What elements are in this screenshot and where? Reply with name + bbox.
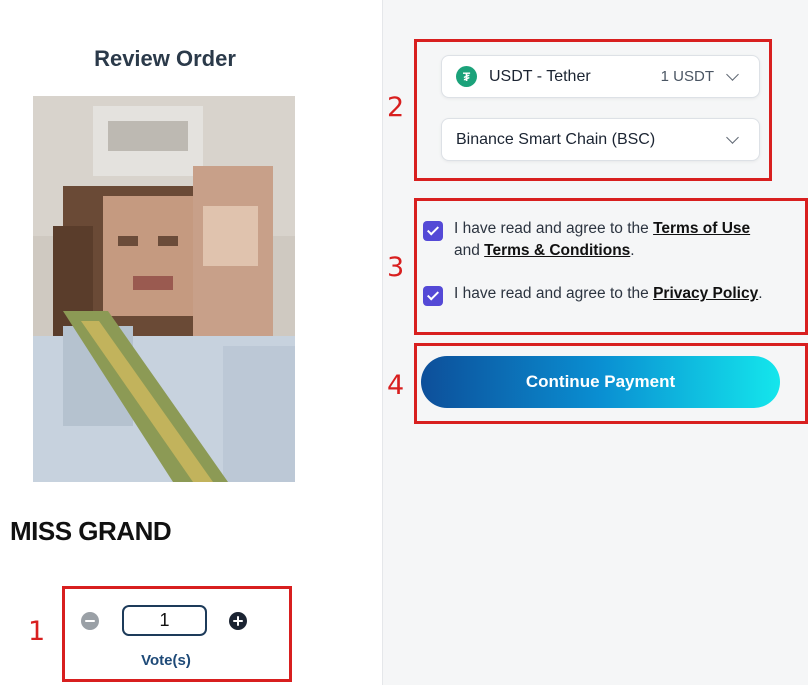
annotation-box-1: [62, 586, 292, 682]
annotation-box-2: [414, 39, 772, 181]
page-title: Review Order: [94, 46, 236, 71]
annotation-box-4: [414, 343, 808, 424]
annotation-number-4: 4: [387, 370, 405, 401]
contestant-photo: [33, 96, 295, 482]
annotation-number-1: 1: [28, 616, 46, 647]
order-summary-panel: Review Order MISS GRAND 1 Vote(s): [0, 0, 382, 685]
annotation-number-2: 2: [387, 92, 405, 123]
annotation-box-3: [414, 198, 808, 335]
annotation-number-3: 3: [387, 252, 405, 283]
contestant-name: MISS GRAND: [10, 516, 172, 546]
